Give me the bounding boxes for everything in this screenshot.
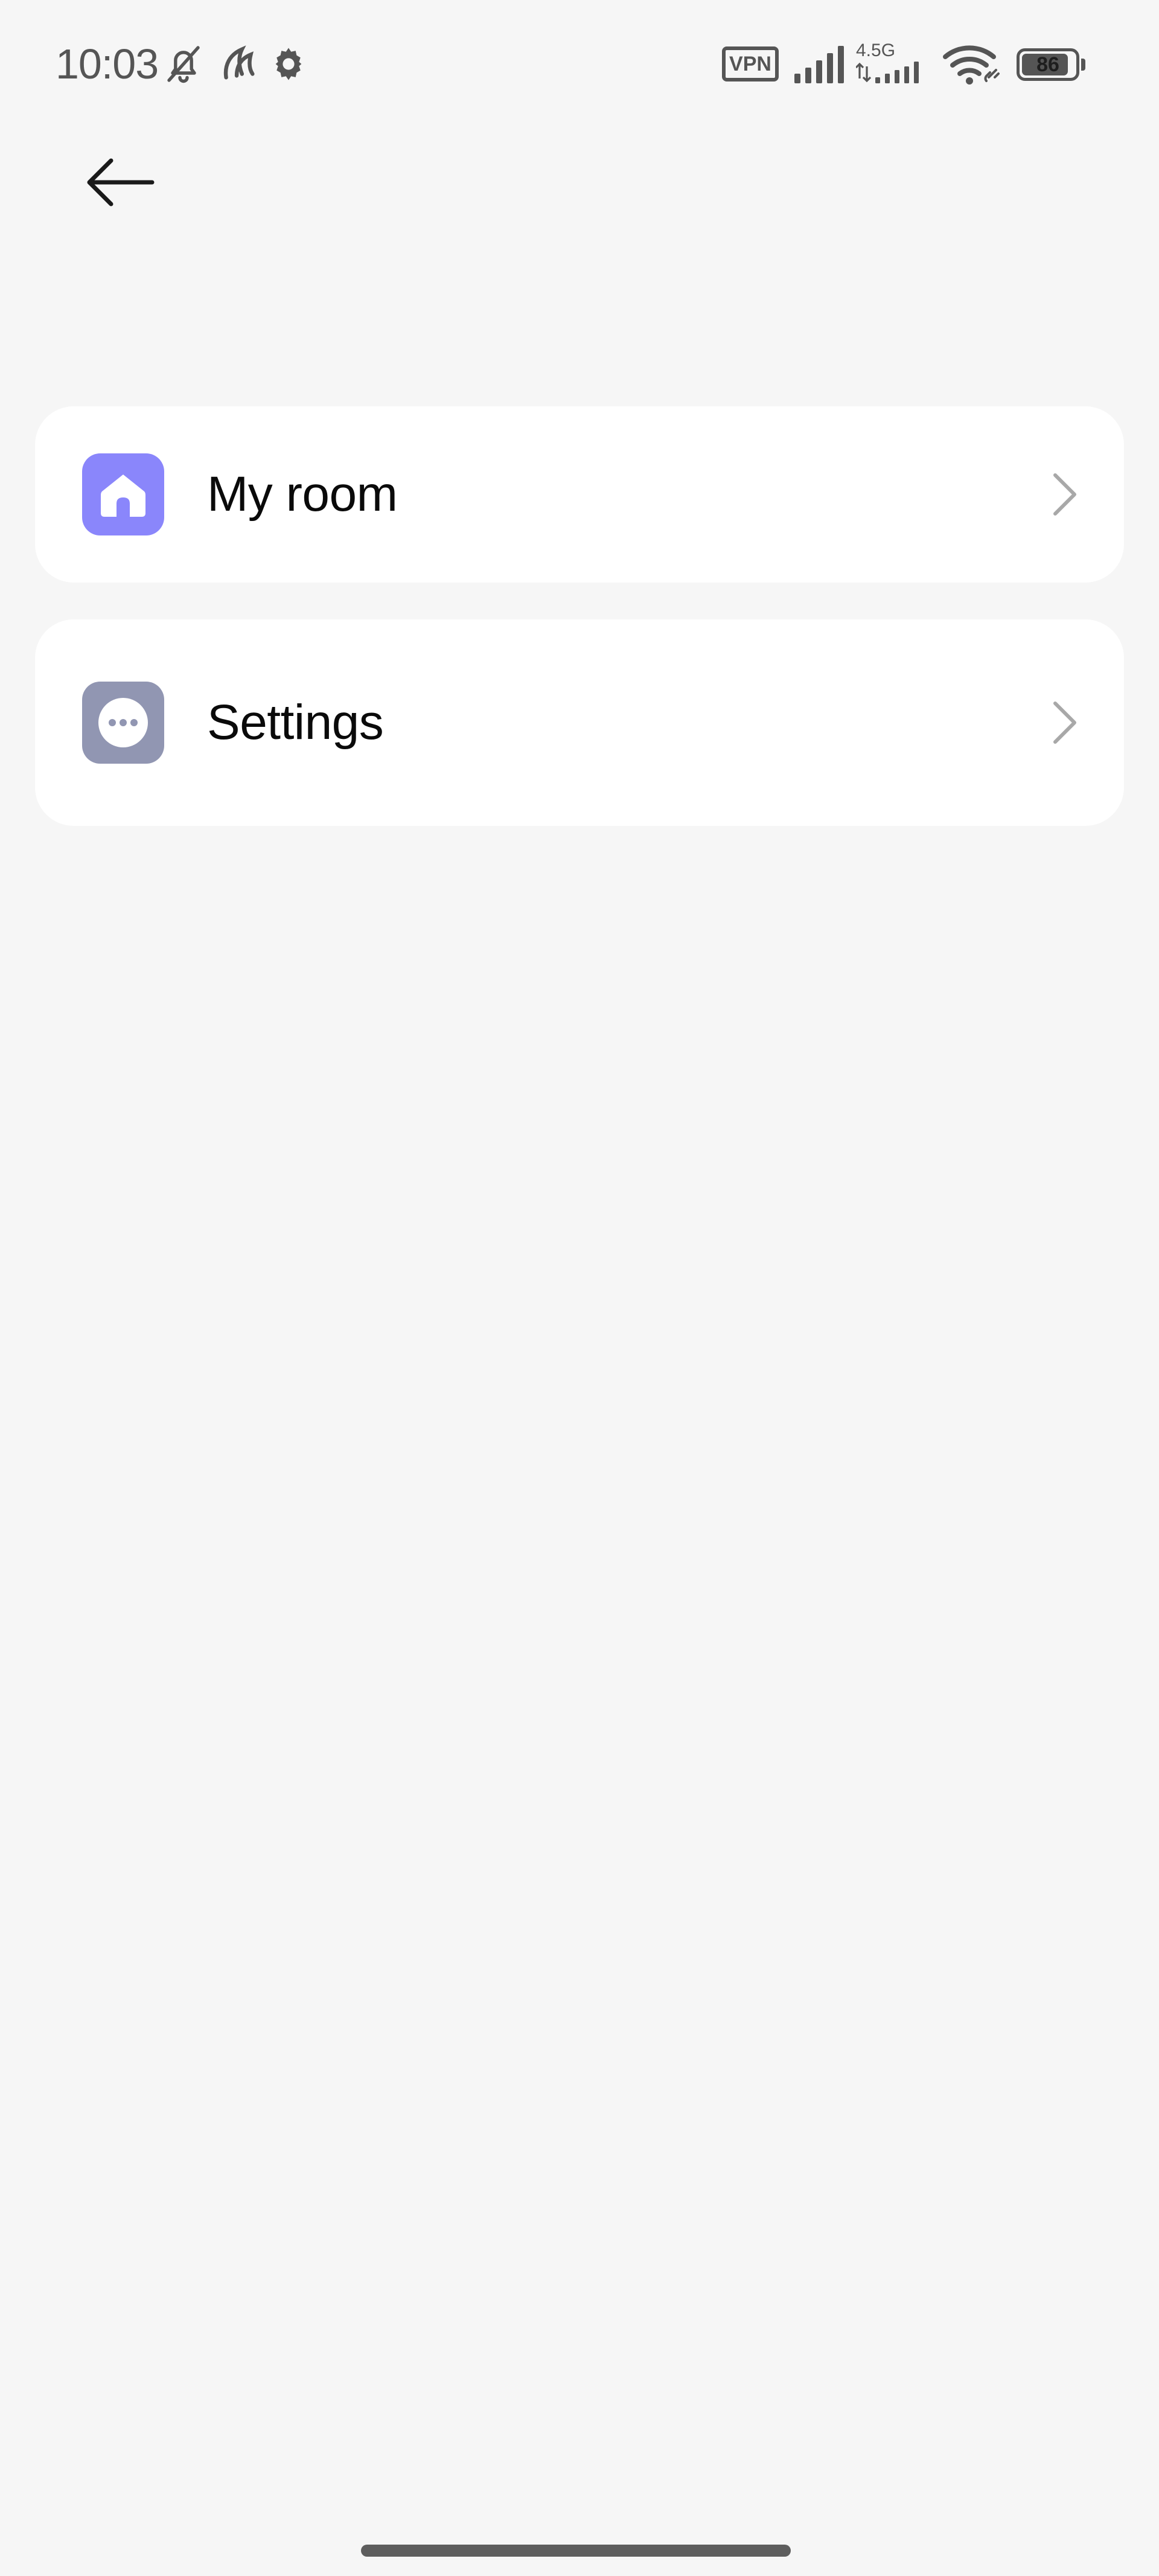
gear-icon [275,48,302,80]
my-room-app-icon [82,453,164,535]
network-type-label: 4.5G [856,40,896,60]
chevron-right-icon [1053,702,1076,744]
settings-app-icon [82,682,164,764]
bell-muted-icon [167,46,200,83]
settings-label: Settings [207,695,384,750]
leaf-app-icon [223,45,255,80]
status-time: 10:03 [56,40,159,88]
chevron-right-icon [1053,473,1076,516]
menu-item-my-room[interactable]: My room [35,406,1124,583]
signal-4g-icon [856,62,919,83]
arrow-left-icon [87,158,155,206]
home-icon [101,475,145,517]
menu-item-settings[interactable]: Settings [35,619,1124,826]
status-bar: 10:03 VPN 4.5G 86 [0,0,1159,127]
more-dots-icon [98,698,148,747]
vpn-badge-icon: VPN [722,46,779,81]
battery-icon: 86 [1017,48,1085,81]
wifi-icon [943,45,1000,85]
my-room-label: My room [207,467,398,522]
home-indicator[interactable] [361,2545,791,2557]
battery-level: 86 [1036,53,1059,76]
back-button[interactable] [71,140,168,225]
vpn-label: VPN [729,53,771,75]
signal-icon [794,46,844,83]
